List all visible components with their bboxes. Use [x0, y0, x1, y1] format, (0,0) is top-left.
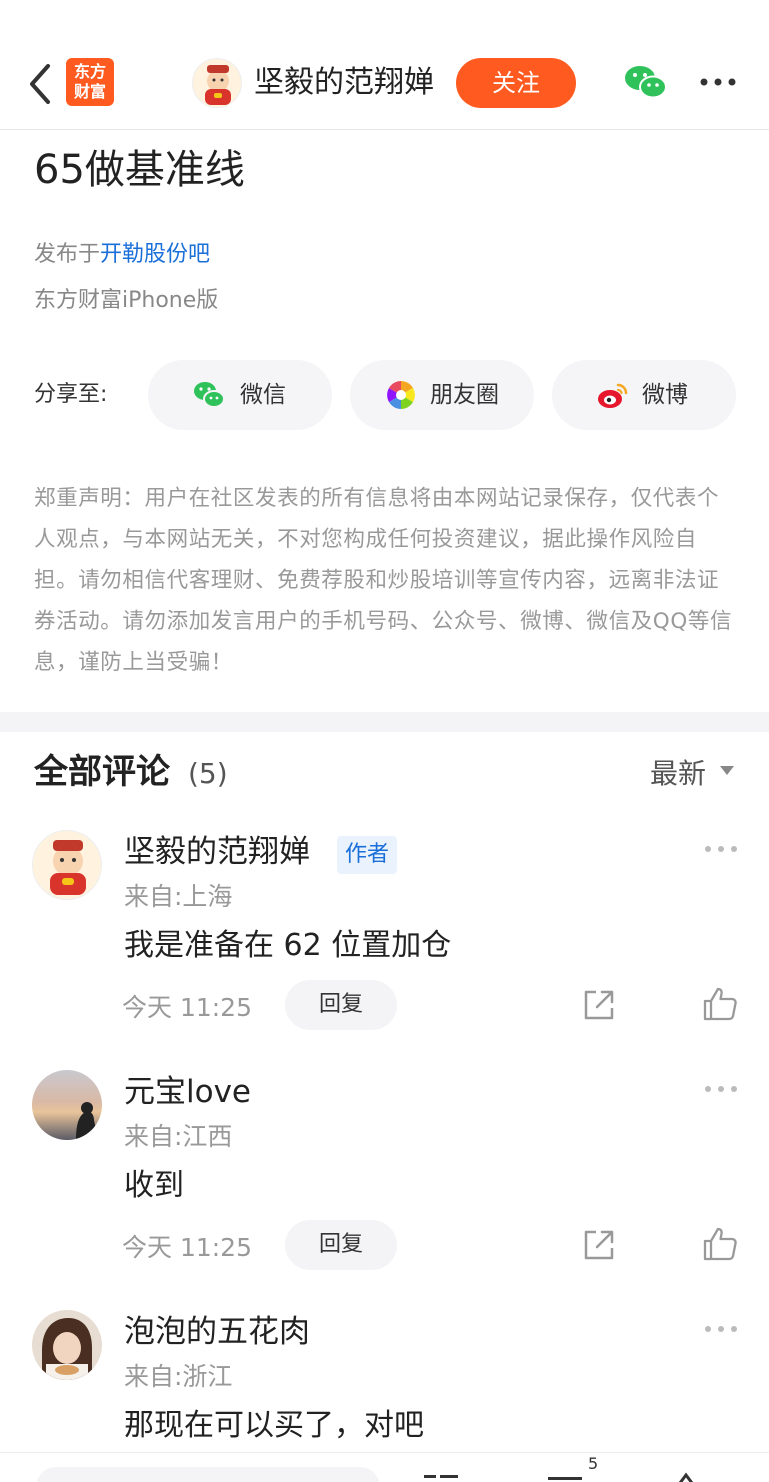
posted-in-prefix: 发布于 — [34, 242, 101, 267]
share-wechat-label: 微信 — [240, 382, 286, 408]
share-moments-label: 朋友圈 — [430, 382, 499, 408]
back-chevron-icon[interactable] — [26, 62, 56, 106]
disclaimer-text: 郑重声明：用户在社区发表的所有信息将由本网站记录保存，仅代表个人观点，与本网站无… — [34, 486, 733, 675]
comment-bubble-icon[interactable] — [548, 1469, 582, 1482]
author-badge: 作者 — [337, 836, 398, 874]
share-weibo-label: 微博 — [642, 382, 688, 408]
commenter-location: 来自:浙江 — [124, 1362, 233, 1391]
comments-count: (5) — [188, 757, 228, 790]
commenter-avatar[interactable] — [32, 1310, 102, 1380]
share-icon[interactable] — [582, 988, 616, 1022]
forum-link[interactable]: 开勒股份吧 — [100, 242, 210, 267]
share-icon[interactable] — [582, 1228, 616, 1262]
header-author-name[interactable]: 坚毅的范翔婵 — [254, 62, 434, 104]
caret-down-icon[interactable] — [720, 766, 734, 775]
follow-button[interactable]: 关注 — [456, 58, 576, 108]
commenter-name[interactable]: 坚毅的范翔婵 — [124, 832, 310, 872]
more-dots-icon[interactable] — [698, 70, 738, 94]
wechat-icon[interactable] — [622, 62, 670, 102]
sunset-silhouette-avatar-icon — [76, 1102, 98, 1140]
commenter-name[interactable]: 泡泡的五花肉 — [124, 1312, 310, 1352]
eastmoney-logo[interactable]: 东方 财富 — [66, 58, 114, 106]
wechat-icon — [194, 382, 225, 408]
thumbs-up-icon[interactable] — [702, 1226, 738, 1262]
share-weibo-button[interactable]: 微博 — [552, 360, 736, 430]
comments-title: 全部评论 — [34, 752, 170, 792]
thumbs-up-icon[interactable] — [702, 986, 738, 1022]
comment-input[interactable] — [36, 1467, 380, 1482]
commenter-name[interactable]: 元宝love — [124, 1072, 251, 1112]
comment-item: 泡泡的五花肉 来自:浙江 那现在可以买了，对吧 — [0, 1310, 769, 1452]
caishen-avatar-icon — [50, 840, 86, 895]
logo-text-line2: 财富 — [73, 82, 106, 101]
moments-icon — [387, 381, 415, 409]
comment-time: 今天 11:25 — [122, 1233, 252, 1262]
more-dots-icon[interactable] — [704, 1084, 738, 1094]
more-dots-icon[interactable] — [704, 1324, 738, 1334]
top-nav-bar: 东方 财富 坚毅的范翔婵 关注 — [0, 0, 769, 130]
comment-text: 收到 — [124, 1168, 184, 1203]
caishen-avatar-icon — [205, 65, 231, 105]
bottom-action-bar: 5 — [0, 1452, 769, 1482]
comment-item: 坚毅的范翔婵 作者 来自:上海 我是准备在 62 位置加仓 今天 11:25 回… — [0, 830, 769, 1070]
share-wechat-button[interactable]: 微信 — [148, 360, 332, 430]
share-moments-button[interactable]: 朋友圈 — [350, 360, 534, 430]
author-avatar[interactable] — [192, 58, 242, 108]
weibo-icon — [598, 383, 628, 408]
section-divider — [0, 712, 769, 732]
commenter-location: 来自:江西 — [124, 1122, 233, 1151]
reply-button[interactable]: 回复 — [285, 980, 397, 1030]
comment-item: 元宝love 来自:江西 收到 今天 11:25 回复 — [0, 1070, 769, 1310]
comment-text: 那现在可以买了，对吧 — [124, 1408, 424, 1443]
comment-count-badge: 5 — [588, 1454, 599, 1473]
commenter-location: 来自:上海 — [124, 882, 233, 911]
sort-dropdown[interactable]: 最新 — [650, 752, 706, 796]
share-arrow-icon[interactable] — [676, 1469, 696, 1482]
post-title: 65做基准线 — [34, 147, 245, 193]
list-icon[interactable] — [424, 1469, 460, 1482]
logo-text-line1: 东方 — [73, 62, 106, 81]
comment-text: 我是准备在 62 位置加仓 — [124, 928, 452, 963]
post-device: 东方财富iPhone版 — [34, 288, 219, 313]
girl-portrait-avatar-icon — [42, 1318, 92, 1380]
commenter-avatar[interactable] — [32, 1070, 102, 1140]
more-dots-icon[interactable] — [704, 844, 738, 854]
commenter-avatar[interactable] — [32, 830, 102, 900]
share-label: 分享至: — [34, 382, 108, 407]
comment-time: 今天 11:25 — [122, 993, 252, 1022]
posted-in-line: 发布于开勒股份吧 — [34, 238, 210, 272]
reply-button[interactable]: 回复 — [285, 1220, 397, 1270]
